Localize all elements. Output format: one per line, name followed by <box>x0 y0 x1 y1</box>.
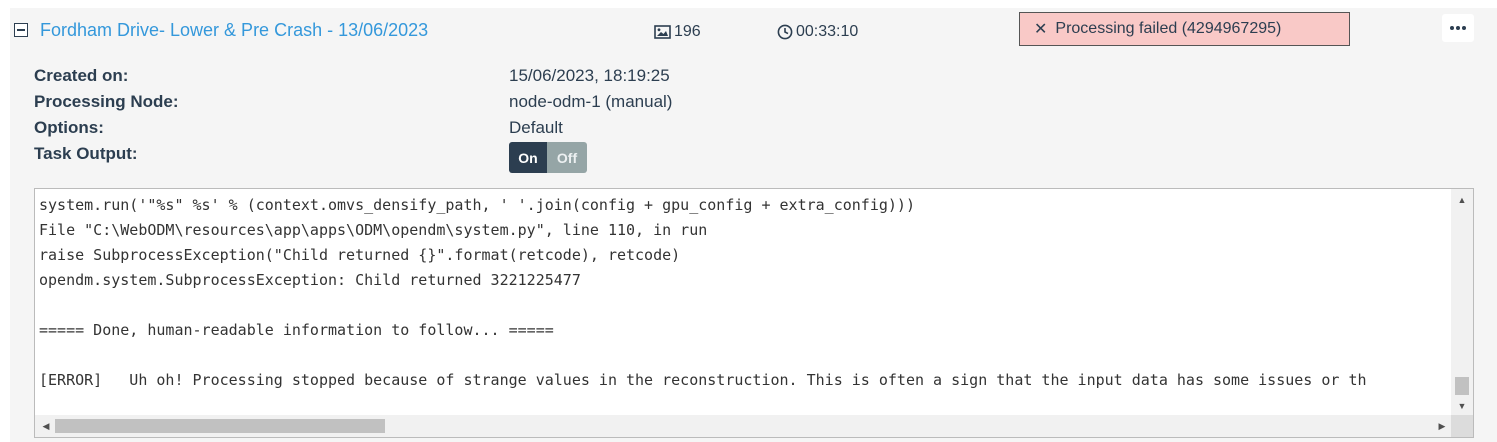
status-badge: ✕ Processing failed (4294967295) <box>1019 12 1350 46</box>
task-output-console[interactable]: system.run('"%s" %s' % (context.omvs_den… <box>34 188 1474 438</box>
node-value: node-odm-1 (manual) <box>509 92 673 111</box>
console-line: ===== Done, human-readable information t… <box>39 321 554 339</box>
image-count-value: 196 <box>674 23 701 40</box>
task-title-link[interactable]: Fordham Drive- Lower & Pre Crash - 13/06… <box>40 20 428 41</box>
console-line: File "C:\WebODM\resources\app\apps\ODM\o… <box>39 221 708 239</box>
vertical-scrollbar[interactable]: ▲ ▼ <box>1451 189 1473 417</box>
ellipsis-dot <box>1456 26 1460 30</box>
elapsed-time-value: 00:33:10 <box>796 23 859 40</box>
created-value: 15/06/2023, 18:19:25 <box>509 66 670 85</box>
toggle-off-button[interactable]: Off <box>547 142 587 173</box>
ellipsis-dot <box>1462 26 1466 30</box>
scroll-right-icon[interactable]: ▶ <box>1433 415 1451 437</box>
console-line: opendm.system.SubprocessException: Child… <box>39 271 581 289</box>
scroll-down-icon[interactable]: ▼ <box>1451 397 1473 415</box>
image-icon <box>654 25 671 39</box>
console-log: system.run('"%s" %s' % (context.omvs_den… <box>39 193 1447 415</box>
console-line: raise SubprocessException("Child returne… <box>39 246 681 264</box>
collapse-icon[interactable] <box>14 23 28 37</box>
horizontal-scrollbar[interactable]: ◀ ▶ <box>35 415 1453 437</box>
task-panel: Fordham Drive- Lower & Pre Crash - 13/06… <box>10 8 1497 442</box>
elapsed-time: 00:33:10 <box>777 23 858 41</box>
console-line: system.run('"%s" %s' % (context.omvs_den… <box>39 196 915 214</box>
toggle-on-button[interactable]: On <box>509 142 547 173</box>
image-count: 196 <box>654 23 701 41</box>
options-value: Default <box>509 118 563 137</box>
task-output-toggle[interactable]: On Off <box>509 142 587 173</box>
console-line: [ERROR] Uh oh! Processing stopped becaus… <box>39 371 1367 389</box>
options-label: Options: <box>34 118 104 137</box>
created-label: Created on: <box>34 66 129 85</box>
ellipsis-icon <box>1450 26 1454 30</box>
task-header: Fordham Drive- Lower & Pre Crash - 13/06… <box>10 8 1497 54</box>
status-text: Processing failed (4294967295) <box>1055 20 1282 37</box>
scrollbar-corner <box>1451 415 1473 437</box>
node-label: Processing Node: <box>34 92 179 111</box>
scroll-left-icon[interactable]: ◀ <box>37 415 55 437</box>
output-label: Task Output: <box>34 144 138 163</box>
clock-icon <box>777 24 793 40</box>
scroll-up-icon[interactable]: ▲ <box>1451 191 1473 209</box>
vertical-scroll-thumb[interactable] <box>1455 377 1469 395</box>
horizontal-scroll-thumb[interactable] <box>55 419 385 433</box>
task-menu-button[interactable] <box>1442 14 1474 42</box>
x-icon: ✕ <box>1034 21 1048 38</box>
